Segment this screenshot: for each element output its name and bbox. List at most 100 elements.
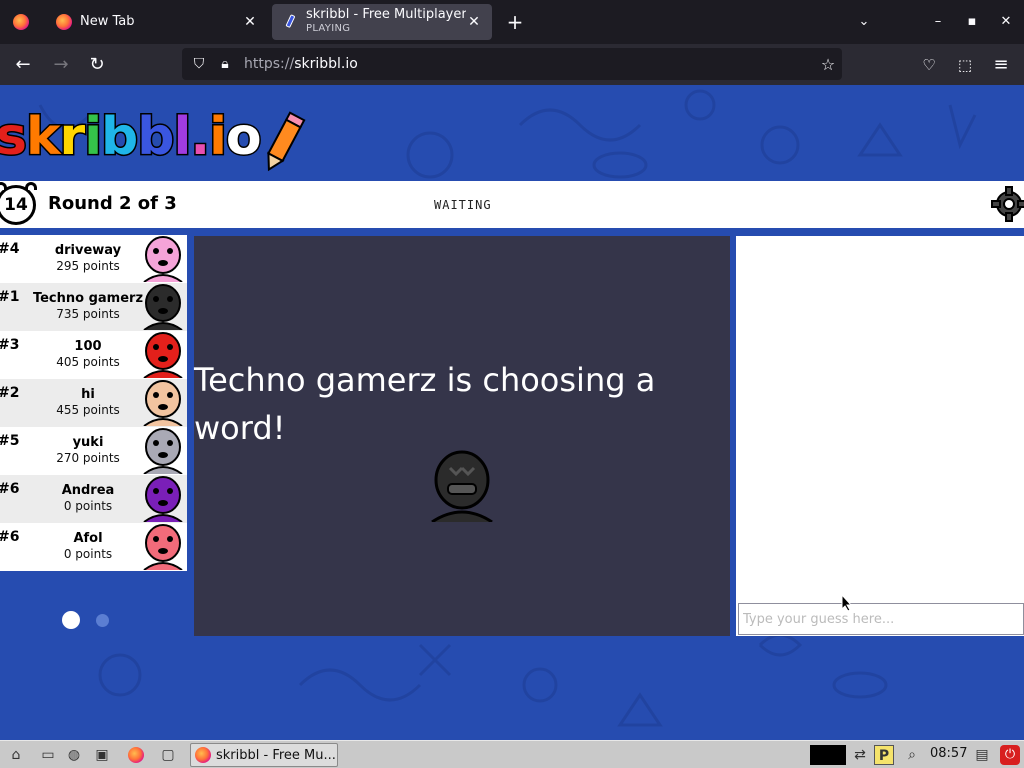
navigation-toolbar: ← → ↻ ⛉ 🔒︎ https://skribbl.io ☆ ♡ ⬚ ≡: [0, 44, 1024, 85]
player-rank: #3: [0, 337, 20, 353]
close-tab-icon[interactable]: ✕: [242, 14, 258, 30]
show-desktop-icon[interactable]: ▣: [92, 745, 112, 765]
os-taskbar: ⌂ ▭ ◍ ▣ ▢ skribbl - Free Mu... ⇄ P ⌕ 08:…: [0, 740, 1024, 768]
player-name: 100: [74, 339, 102, 354]
clock-time: 08:57: [930, 746, 968, 761]
workspace-icon[interactable]: ▢: [158, 745, 178, 765]
player-avatar: [143, 524, 183, 570]
player-points: 405 points: [56, 355, 120, 369]
player-name: hi: [81, 387, 95, 402]
chat-panel: [736, 236, 1024, 636]
carousel-dot-active[interactable]: [62, 611, 80, 629]
mouse-cursor-icon: [841, 594, 853, 612]
firefox-view-button[interactable]: [0, 0, 42, 44]
carousel-dot[interactable]: [96, 614, 109, 627]
player-list: #4 driveway 295 points #1 Techno gamerz 735 p…: [0, 235, 187, 571]
firefox-icon: [56, 14, 72, 30]
player-rank: #5: [0, 433, 20, 449]
tab-title: skribbl - Free Multiplayer: [306, 8, 466, 22]
player-avatar: [143, 236, 183, 282]
forward-icon[interactable]: →: [48, 52, 74, 78]
list-all-tabs-icon[interactable]: ⌄: [852, 10, 876, 34]
player-name: Andrea: [61, 483, 115, 498]
reload-icon[interactable]: ↻: [84, 52, 110, 78]
firefox-icon: [195, 747, 211, 763]
choosing-word-message: Techno gamerz is choosing a word!: [194, 361, 656, 447]
volume-icon[interactable]: ▤: [972, 745, 992, 765]
player-points: 270 points: [56, 451, 120, 465]
player-points: 0 points: [63, 499, 113, 513]
timer-value: 14: [4, 195, 28, 215]
round-label: Round 2 of 3: [48, 193, 177, 214]
player-avatar: [143, 380, 183, 426]
firefox-launcher-icon[interactable]: [126, 745, 146, 765]
file-manager-icon[interactable]: ▭: [38, 745, 58, 765]
player-rank: #6: [0, 529, 20, 545]
skribbl-page: skribbl.io 14 Round 2 of 3 WAITING #4 dri…: [0, 85, 1024, 740]
lock-icon[interactable]: 🔒︎: [216, 56, 234, 72]
minimize-icon[interactable]: –: [926, 10, 950, 34]
player-row[interactable]: #5 yuki 270 points: [0, 427, 187, 475]
pocket-icon[interactable]: ♡: [916, 52, 942, 78]
search-icon[interactable]: ⌕: [902, 745, 922, 765]
player-row[interactable]: #6 Afol 0 points: [0, 523, 187, 571]
tab-new-tab[interactable]: New Tab ✕: [46, 4, 268, 40]
player-row[interactable]: #3 100 405 points: [0, 331, 187, 379]
player-row[interactable]: #2 hi 455 points: [0, 379, 187, 427]
drawing-canvas[interactable]: Techno gamerz is choosing a word!: [194, 236, 730, 636]
player-avatar: [143, 476, 183, 522]
alarm-clock-icon: [25, 182, 37, 190]
start-menu-icon[interactable]: ⌂: [6, 745, 26, 765]
player-rank: #1: [0, 289, 20, 305]
player-avatar: [143, 332, 183, 378]
round-timer: 14: [0, 182, 37, 225]
game-header-bar: 14 Round 2 of 3 WAITING: [0, 181, 1024, 228]
bookmark-star-icon[interactable]: ☆: [814, 55, 842, 74]
url-host: skribbl.io: [294, 56, 358, 72]
close-tab-icon[interactable]: ✕: [466, 14, 482, 30]
player-points: 0 points: [63, 547, 113, 561]
gear-icon[interactable]: [990, 185, 1024, 223]
player-avatar: [143, 428, 183, 474]
guess-input[interactable]: [738, 603, 1024, 635]
tab-title-block: skribbl - Free Multiplayer PLAYING: [306, 8, 466, 36]
skribbl-logo: skribbl.io: [0, 106, 263, 169]
player-row[interactable]: #6 Andrea 0 points: [0, 475, 187, 523]
player-row[interactable]: #1 Techno gamerz 735 points: [0, 283, 187, 331]
firefox-icon: [13, 14, 29, 30]
player-points: 295 points: [56, 259, 120, 273]
alarm-clock-icon: [0, 182, 7, 190]
taskbar-firefox-window[interactable]: skribbl - Free Mu...: [190, 743, 338, 767]
taskbar-window-title: skribbl - Free Mu...: [216, 747, 336, 763]
tab-playing-label: PLAYING: [306, 23, 351, 34]
new-tab-icon[interactable]: +: [502, 8, 528, 36]
network-arrows-icon[interactable]: ⇄: [850, 745, 870, 765]
game-status: WAITING: [434, 198, 492, 212]
player-name: Afol: [73, 531, 103, 546]
player-points: 735 points: [56, 307, 120, 321]
pencil-icon: [285, 14, 295, 28]
power-icon[interactable]: ⏻: [1000, 745, 1020, 765]
cpu-monitor: [810, 745, 846, 765]
close-window-icon[interactable]: ✕: [994, 10, 1018, 34]
player-avatar: [143, 284, 183, 330]
player-rank: #6: [0, 481, 20, 497]
player-name: Techno gamerz: [32, 291, 144, 306]
maximize-icon[interactable]: ▪: [960, 10, 984, 34]
clipboard-p-icon[interactable]: P: [874, 745, 894, 765]
player-rank: #4: [0, 241, 20, 257]
tab-skribbl[interactable]: skribbl - Free Multiplayer PLAYING ✕: [272, 4, 492, 40]
player-name: yuki: [72, 435, 104, 450]
back-icon[interactable]: ←: [10, 52, 36, 78]
player-rank: #2: [0, 385, 20, 401]
tab-title: New Tab: [80, 15, 135, 29]
url-text[interactable]: https://skribbl.io: [244, 56, 814, 72]
player-row[interactable]: #4 driveway 295 points: [0, 235, 187, 283]
extensions-icon[interactable]: ⬚: [952, 52, 978, 78]
shield-icon[interactable]: ⛉: [190, 56, 208, 72]
address-bar[interactable]: ⛉ 🔒︎ https://skribbl.io ☆: [182, 48, 842, 80]
network-globe-icon[interactable]: ◍: [64, 745, 84, 765]
browser-tab-bar: New Tab ✕ skribbl - Free Multiplayer PLA…: [0, 0, 1024, 44]
menu-icon[interactable]: ≡: [988, 52, 1014, 78]
player-name: driveway: [54, 243, 122, 258]
